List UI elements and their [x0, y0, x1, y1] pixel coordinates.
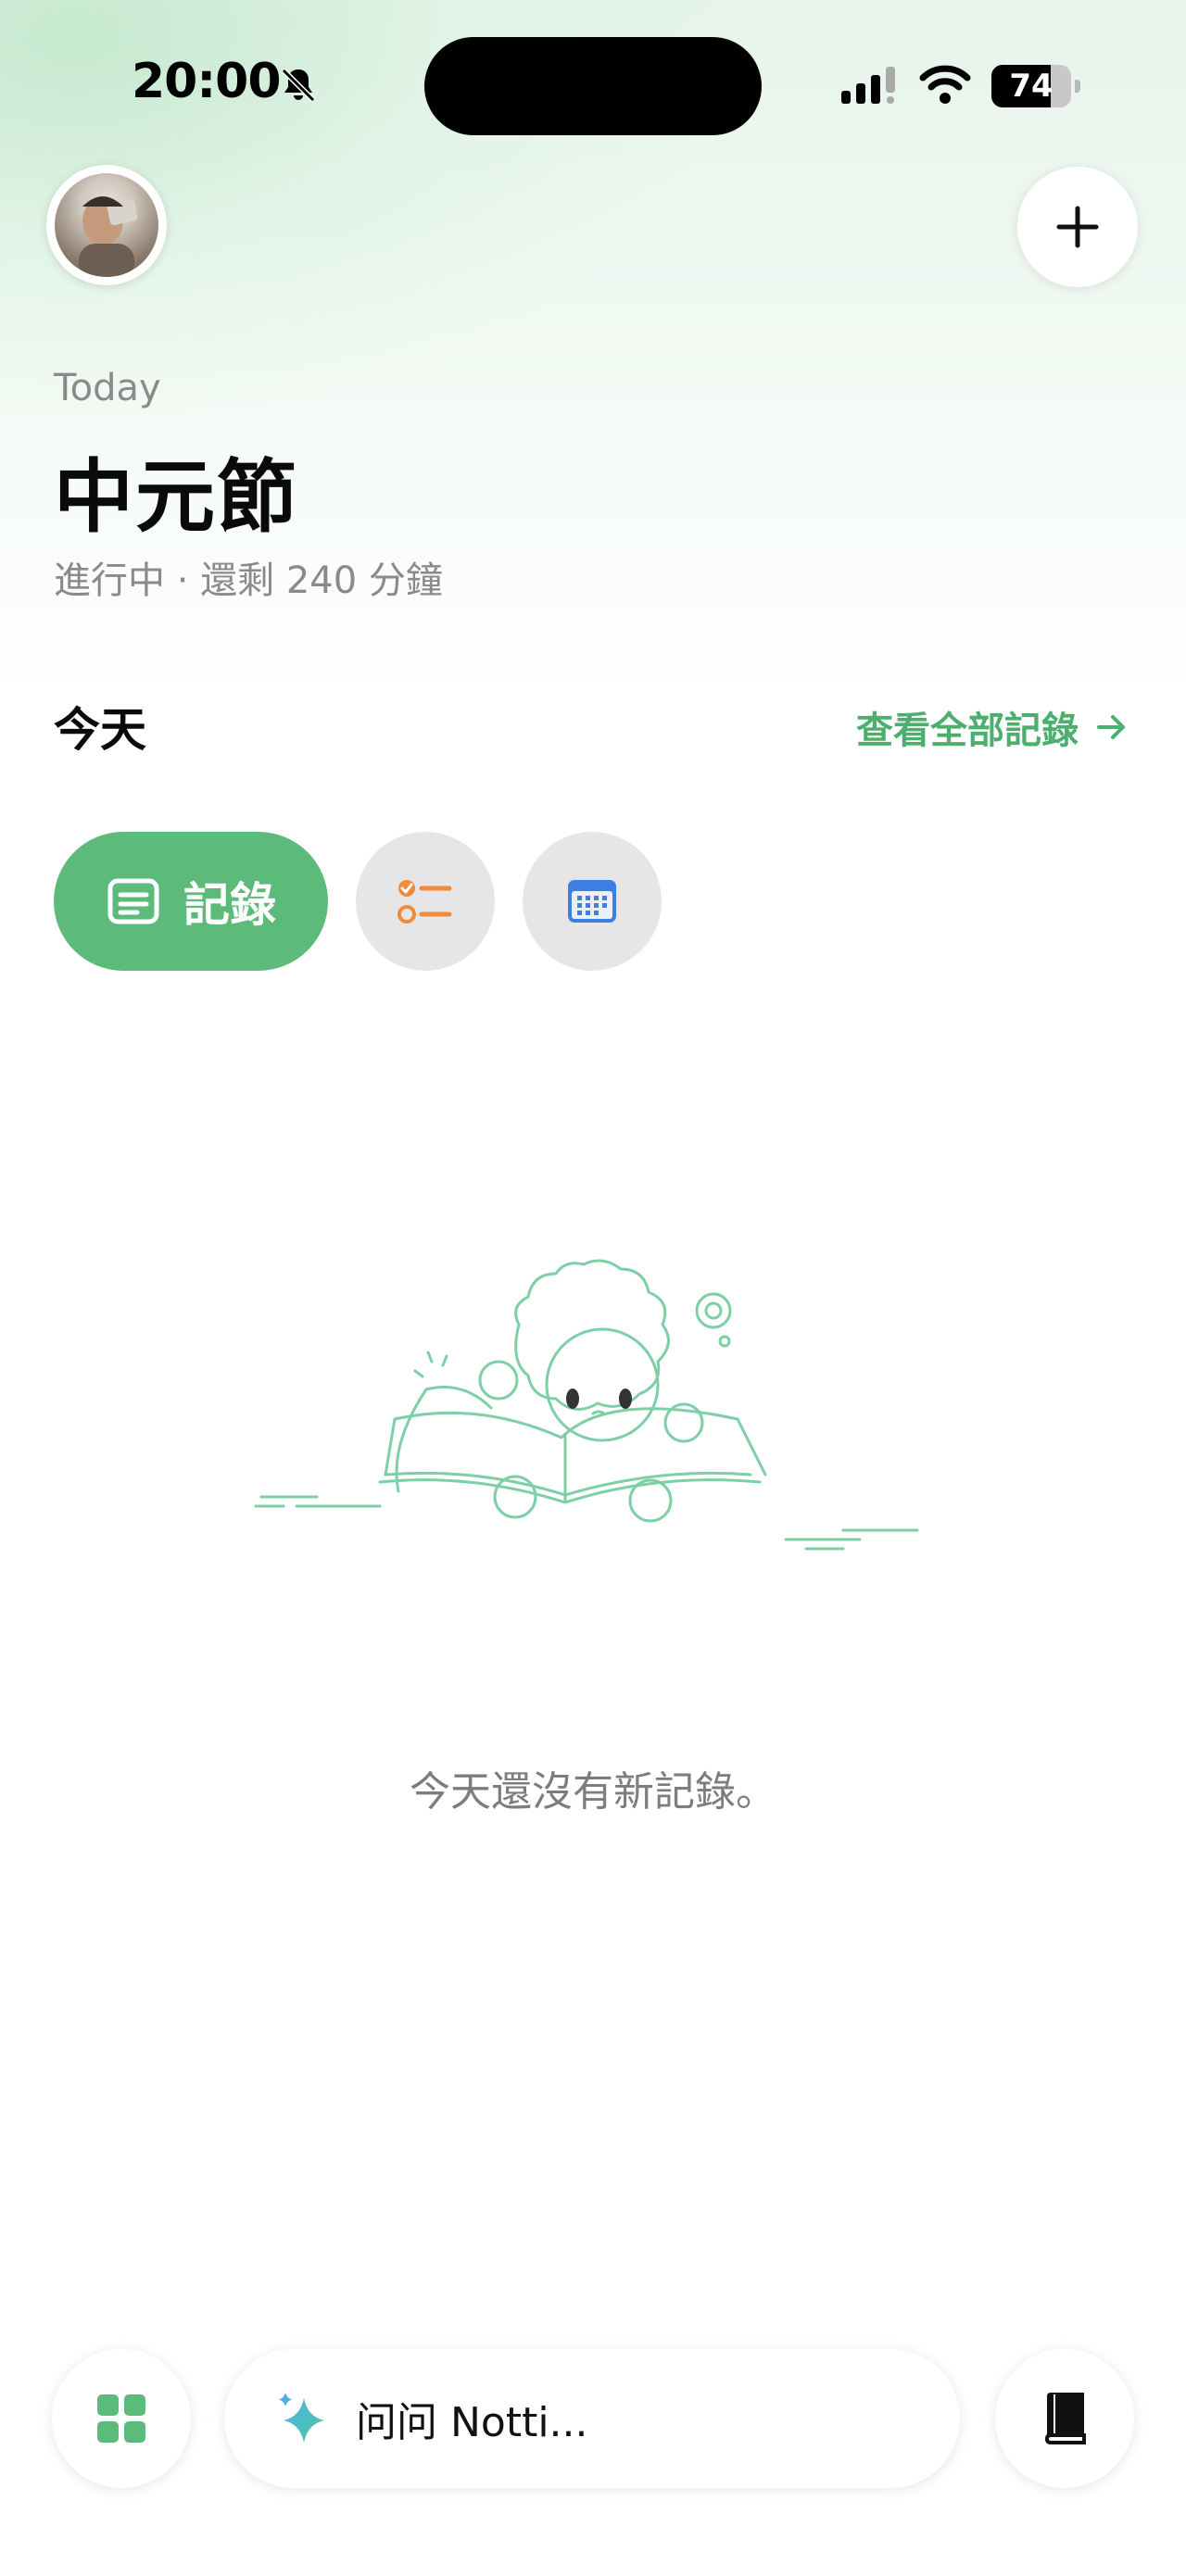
- event-status: 進行中 · 還剩 240 分鐘: [54, 559, 443, 602]
- empty-state-message: 今天還沒有新記錄。: [410, 1768, 776, 1816]
- plus-icon: [1056, 206, 1099, 248]
- battery-icon: 74: [991, 65, 1080, 107]
- robot-reading-illustration: [254, 1259, 919, 1551]
- view-all-label: 查看全部記錄: [856, 710, 1079, 752]
- ask-notti-input[interactable]: 问问 Notti...: [224, 2349, 960, 2488]
- add-button[interactable]: [1017, 167, 1138, 287]
- note-icon: [107, 878, 159, 924]
- filter-calendar-chip[interactable]: [523, 832, 662, 971]
- page-title: 中元節: [54, 451, 298, 544]
- profile-avatar-button[interactable]: [46, 165, 167, 285]
- dynamic-island: [424, 37, 762, 135]
- library-button[interactable]: [995, 2349, 1134, 2488]
- filter-notes-label: 記錄: [183, 878, 276, 932]
- ask-placeholder: 问问 Notti...: [356, 2399, 588, 2446]
- avatar: [55, 173, 158, 277]
- filter-tasks-chip[interactable]: [356, 832, 495, 971]
- battery-percent: 74: [1009, 68, 1054, 105]
- sparkle-icon: [279, 2393, 324, 2443]
- bell-slash-icon: [281, 68, 316, 103]
- book-icon: [1044, 2393, 1086, 2444]
- arrow-right-icon: [1097, 715, 1125, 739]
- apps-grid-button[interactable]: [52, 2349, 191, 2488]
- filter-notes-chip[interactable]: 記錄: [54, 832, 328, 971]
- view-all-records-link[interactable]: 查看全部記錄: [856, 700, 1129, 754]
- calendar-icon: [568, 880, 616, 923]
- checklist-icon: [397, 880, 452, 924]
- wifi-icon: [919, 65, 971, 104]
- day-label: Today: [54, 367, 161, 409]
- section-title: 今天: [54, 703, 146, 757]
- status-time: 20:00: [132, 54, 282, 109]
- grid-apps-icon: [97, 2394, 145, 2443]
- cellular-signal-icon: [841, 67, 895, 104]
